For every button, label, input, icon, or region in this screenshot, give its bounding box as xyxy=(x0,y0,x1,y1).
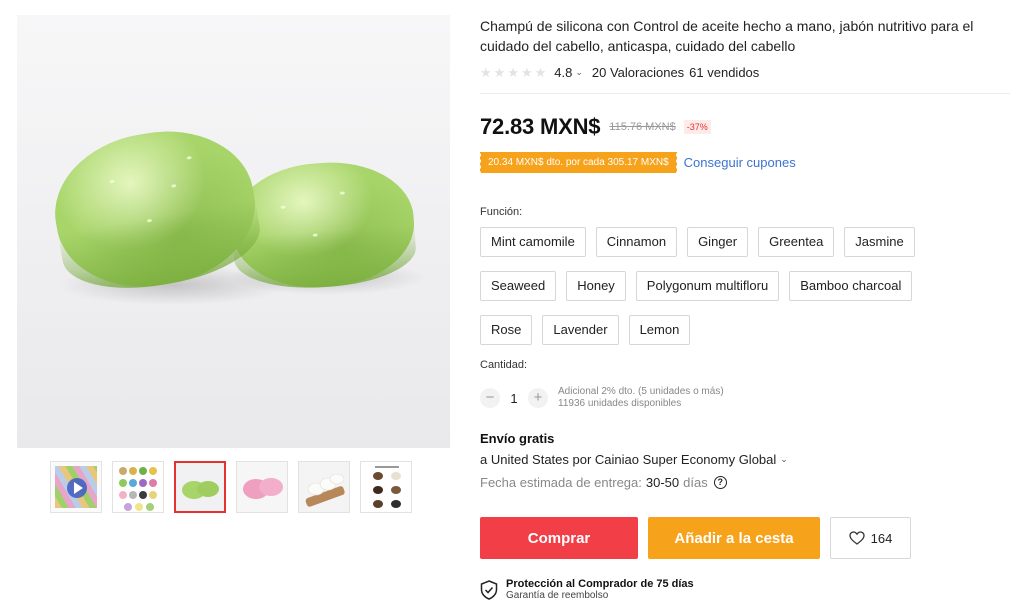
help-icon[interactable]: ? xyxy=(713,476,727,489)
delivery-estimate: Fecha estimada de entrega: 30-50 días ? xyxy=(480,475,727,490)
protection-text: Protección al Comprador de 75 días Garan… xyxy=(506,578,694,602)
heart-icon xyxy=(848,531,865,545)
protection-subtitle: Garantía de reembolso xyxy=(506,590,609,601)
thumbnail-variants[interactable] xyxy=(112,461,164,513)
shipping-destination[interactable]: a United States por Cainiao Super Econom… xyxy=(480,452,788,467)
quantity-plus-button[interactable]: + xyxy=(528,388,548,408)
rating-row: ★ ★ ★ ★ ★ 4.8 ⌄ 20 Valoraciones 61 vendi… xyxy=(480,63,759,81)
option-polygonum[interactable]: Polygonum multifloru xyxy=(635,271,780,301)
star-icon: ★ xyxy=(520,64,533,80)
discount-badge: -37% xyxy=(683,120,711,134)
option-honey[interactable]: Honey xyxy=(566,271,626,301)
wishlist-button[interactable]: 164 xyxy=(830,517,911,559)
variants-grid-image xyxy=(119,467,157,511)
eta-unit: días xyxy=(683,475,708,490)
wishlist-count: 164 xyxy=(870,530,893,546)
rating-value[interactable]: 4.8 xyxy=(554,65,572,80)
soap-speck xyxy=(186,155,192,160)
buyer-protection[interactable]: Protección al Comprador de 75 días Garan… xyxy=(480,578,694,602)
option-rose[interactable]: Rose xyxy=(480,315,533,345)
quantity-minus-button[interactable]: − xyxy=(480,388,500,408)
shield-check-icon xyxy=(480,580,498,600)
quantity-stepper: − 1 + Adicional 2% dto. (5 unidades o má… xyxy=(480,383,724,413)
add-to-cart-button[interactable]: Añadir a la cesta xyxy=(648,517,820,559)
pink-soap-image xyxy=(243,478,283,499)
option-jasmine[interactable]: Jasmine xyxy=(844,227,915,257)
option-bamboo-charcoal[interactable]: Bamboo charcoal xyxy=(789,271,913,301)
star-icon: ★ xyxy=(507,64,519,80)
reviews-count[interactable]: 20 Valoraciones xyxy=(592,65,684,80)
chevron-down-icon: ⌄ xyxy=(780,454,788,464)
thumbnail-strip xyxy=(50,461,420,513)
coupon-row: 20.34 MXN$ dto. por cada 305.17 MXN$ Con… xyxy=(479,152,796,173)
function-options: Mint camomile Cinnamon Ginger Greentea J… xyxy=(480,227,1010,359)
star-icon: ★ xyxy=(493,64,506,80)
option-lemon[interactable]: Lemon xyxy=(628,315,691,345)
option-greentea[interactable]: Greentea xyxy=(758,227,835,257)
quantity-label: Cantidad: xyxy=(480,359,528,371)
green-soap-image xyxy=(182,481,219,499)
protection-title: Protección al Comprador de 75 días xyxy=(506,578,694,590)
eta-label: Fecha estimada de entrega: xyxy=(480,475,642,490)
shipping-title: Envío gratis xyxy=(480,431,555,446)
quantity-value[interactable]: 1 xyxy=(500,391,528,406)
option-lavender[interactable]: Lavender xyxy=(542,315,619,345)
info-sheet-image xyxy=(373,466,401,508)
get-coupons-link[interactable]: Conseguir cupones xyxy=(684,155,796,170)
thumbnail-green-soap[interactable] xyxy=(174,461,226,513)
price-row: 72.83 MXN$ 115.76 MXN$ -37% xyxy=(480,112,711,142)
function-label: Función: xyxy=(480,206,523,218)
coupon-badge[interactable]: 20.34 MXN$ dto. por cada 305.17 MXN$ xyxy=(479,152,677,173)
quantity-info: Adicional 2% dto. (5 unidades o más) 119… xyxy=(558,386,724,410)
star-icon: ★ xyxy=(534,64,547,80)
option-ginger[interactable]: Ginger xyxy=(687,227,749,257)
buy-button[interactable]: Comprar xyxy=(480,517,638,559)
divider xyxy=(480,93,1010,94)
options-row: Mint camomile Cinnamon Ginger Greentea J… xyxy=(480,227,1010,257)
original-price: 115.76 MXN$ xyxy=(609,121,676,133)
bulk-discount-text: Adicional 2% dto. (5 unidades o más) xyxy=(558,386,724,397)
soap-speck xyxy=(171,183,177,188)
option-mint-camomile[interactable]: Mint camomile xyxy=(480,227,586,257)
stock-text: 11936 unidades disponibles xyxy=(558,398,682,409)
thumbnail-white-soap[interactable] xyxy=(298,461,350,513)
play-icon xyxy=(67,478,87,498)
options-row: Rose Lavender Lemon xyxy=(480,315,1010,345)
star-icon: ★ xyxy=(480,64,492,80)
eta-days: 30-50 xyxy=(645,475,680,490)
soap-speck xyxy=(339,191,345,195)
shipping-destination-text: a United States por Cainiao Super Econom… xyxy=(480,452,777,467)
rating-stars: ★ ★ ★ ★ ★ xyxy=(480,66,546,79)
current-price: 72.83 MXN$ xyxy=(480,114,601,139)
thumbnail-video[interactable] xyxy=(50,461,102,513)
chevron-down-icon[interactable]: ⌄ xyxy=(575,67,583,78)
options-row: Seaweed Honey Polygonum multifloru Bambo… xyxy=(480,271,1010,301)
thumbnail-info-sheet[interactable] xyxy=(360,461,412,513)
thumbnail-pink-soap[interactable] xyxy=(236,461,288,513)
soap-speck xyxy=(109,179,115,184)
sold-count: 61 vendidos xyxy=(689,64,760,80)
option-cinnamon[interactable]: Cinnamon xyxy=(595,227,678,257)
product-title: Champú de silicona con Control de aceite… xyxy=(480,18,974,54)
option-seaweed[interactable]: Seaweed xyxy=(480,271,557,301)
action-buttons: Comprar Añadir a la cesta 164 xyxy=(480,517,911,559)
main-product-image[interactable] xyxy=(17,15,450,448)
white-soap-image xyxy=(305,473,345,507)
soap-speck xyxy=(280,205,286,209)
